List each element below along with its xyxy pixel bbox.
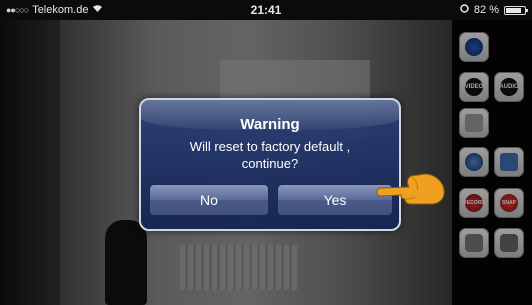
clock: 21:41 <box>250 3 282 17</box>
battery-percent: 82 % <box>473 4 499 16</box>
pointing-hand-icon <box>375 168 447 208</box>
no-button[interactable]: No <box>149 184 269 216</box>
dialog-message: Will reset to factory default , continue… <box>151 138 389 172</box>
battery-indicator: 82 % <box>460 4 528 16</box>
battery-icon <box>504 5 528 15</box>
dialog-message-line-1: Will reset to factory default , <box>189 139 351 154</box>
dialog-title: Warning <box>240 116 300 133</box>
warning-dialog: Warning Will reset to factory default , … <box>139 98 401 231</box>
status-bar: ●●○○○ Telekom.de 21:41 82 % <box>0 0 532 20</box>
lock-rotation-icon <box>460 4 469 16</box>
battery-fill <box>506 7 521 13</box>
dialog-message-line-2: continue? <box>241 156 299 171</box>
